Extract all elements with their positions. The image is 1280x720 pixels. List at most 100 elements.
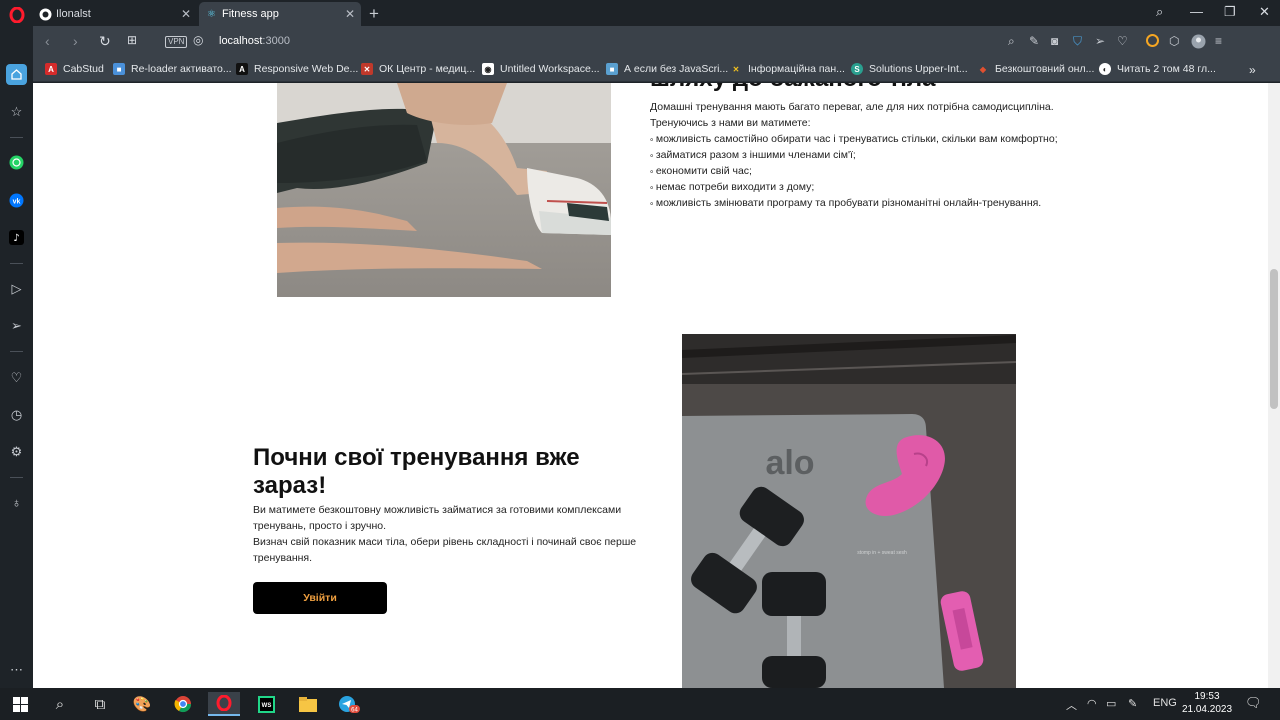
bookmark-favicon: A (236, 63, 248, 75)
whatsapp-icon[interactable] (6, 152, 27, 173)
close-icon[interactable]: ✕ (345, 7, 355, 21)
search-tabs-icon[interactable]: ⌕ (1156, 4, 1163, 20)
bookmark-label: А если без JavaScri... (624, 63, 729, 75)
bookmark-label: CabStud (63, 63, 104, 75)
close-icon[interactable]: ✕ (181, 7, 191, 21)
lightbulb-icon[interactable]: ♁ (6, 492, 27, 513)
page-viewport: шляху до бажаного тіла Домашні тренуванн… (33, 83, 1280, 688)
minimize-icon[interactable]: — (1190, 4, 1203, 19)
section2-text: Ви матимете безкоштовну можливість займа… (253, 502, 653, 566)
bookmark-label: Читать 2 том 48 гл... (1117, 63, 1216, 75)
close-window-icon[interactable]: ✕ (1259, 4, 1270, 20)
edit-icon[interactable]: ✎ (1029, 34, 1039, 48)
reload-icon[interactable]: ↻ (99, 33, 111, 50)
section2-paragraph-1: Ви матимете безкоштовну можливість займа… (253, 504, 622, 532)
search-icon[interactable]: ⌕ (1008, 34, 1015, 49)
heart-icon[interactable]: ♡ (1117, 34, 1128, 48)
bookmark-item[interactable]: S Solutions Upper-Int... (851, 63, 968, 75)
history-icon[interactable]: ◷ (6, 404, 27, 425)
bookmark-label: Solutions Upper-Int... (869, 63, 968, 75)
color-picker-icon[interactable] (1146, 34, 1159, 50)
restore-icon[interactable]: ❐ (1224, 4, 1236, 20)
tab-github[interactable]: Ilonalst ✕ (33, 2, 197, 26)
tabs-grid-icon[interactable]: ⊞ (127, 33, 137, 47)
opera-sidebar: ☆ vk ♪ ▷ ➢ ♡ ◷ ⚙ ♁ ⋯ (0, 0, 33, 688)
section1-lead: Тренуючись з нами ви матимете: (650, 117, 811, 129)
task-view-icon[interactable]: ⧉ (84, 692, 116, 716)
bookmark-favicon: A (45, 63, 57, 75)
bookmark-label: Інформаційна пан... (748, 63, 845, 75)
forward-icon[interactable]: › (73, 33, 78, 49)
tab-fitness-app[interactable]: ⚛ Fitness app ✕ (199, 2, 361, 26)
network-icon[interactable]: ◠ (1087, 697, 1097, 710)
bookmark-favicon: ✕ (730, 63, 742, 75)
more-bookmarks-icon[interactable]: » (1249, 63, 1256, 77)
tray-chevron-icon[interactable]: ︿ (1066, 697, 1077, 713)
more-icon[interactable]: ⋯ (6, 659, 27, 680)
heart-icon[interactable]: ♡ (6, 367, 27, 388)
screen: ☆ vk ♪ ▷ ➢ ♡ ◷ ⚙ ♁ ⋯ Ilonalst ✕ ⚛ Fitnes… (0, 0, 1280, 720)
settings-icon[interactable]: ⚙ (6, 441, 27, 462)
cube-icon[interactable]: ⬡ (1169, 34, 1179, 48)
bookmark-item[interactable]: ◆ Безкоштовний онл... (977, 63, 1094, 75)
section2-paragraph-2: Визнач свій показник маси тіла, обери рі… (253, 536, 637, 564)
benefit-item: економити свій час; (650, 163, 1070, 179)
section1-intro: Домашні тренування мають багато переваг,… (650, 101, 1054, 113)
page-scrollbar[interactable] (1268, 83, 1280, 688)
benefit-item: можливість змінювати програму та пробува… (650, 195, 1070, 211)
bookmark-label: Responsive Web De... (254, 63, 359, 75)
file-explorer-icon[interactable] (292, 692, 324, 716)
notifications-icon[interactable]: 🗨 (1245, 695, 1262, 711)
bookmark-item[interactable]: ◐ Читать 2 том 48 гл... (1099, 63, 1216, 75)
webstorm-icon[interactable]: WS (250, 692, 282, 716)
player-icon[interactable]: ▷ (6, 278, 27, 299)
bookmark-label: Безкоштовний онл... (995, 63, 1095, 75)
telegram-icon[interactable]: 64 (333, 692, 365, 716)
bookmark-item[interactable]: ✕ ОК Центр - медиц... (361, 63, 475, 75)
battery-icon[interactable]: ▭ (1106, 697, 1116, 710)
scrollbar-thumb[interactable] (1270, 269, 1278, 409)
tab-title: Fitness app (222, 8, 279, 20)
login-button[interactable]: Увійти (253, 582, 387, 614)
language-indicator[interactable]: ENG (1153, 697, 1177, 709)
shield-icon[interactable]: ⛉ (1073, 34, 1082, 49)
star-icon[interactable]: ☆ (6, 101, 27, 122)
vpn-badge[interactable]: VPN (165, 36, 188, 48)
bookmark-favicon: ◉ (482, 63, 494, 75)
menu-icon[interactable]: ≡ (1215, 34, 1222, 48)
vk-icon[interactable]: vk (6, 190, 27, 211)
svg-text:vk: vk (13, 199, 21, 206)
bookmark-item[interactable]: A Responsive Web De... (236, 63, 358, 75)
telegram-badge: 64 (351, 708, 358, 714)
bookmark-item[interactable]: ■ А если без JavaScri... (606, 63, 728, 75)
svg-text:♪: ♪ (13, 233, 19, 244)
search-icon[interactable]: ⌕ (44, 692, 76, 716)
paint-app-icon[interactable]: 🎨 (126, 692, 158, 716)
send-icon[interactable]: ➢ (1095, 34, 1105, 48)
windows-start-icon[interactable] (4, 692, 36, 716)
new-tab-icon[interactable]: + (369, 4, 379, 24)
tab-title: Ilonalst (56, 8, 91, 20)
avatar[interactable] (1191, 34, 1206, 52)
chrome-icon[interactable] (167, 692, 199, 716)
bookmark-item[interactable]: ■ Re-loader активато... (113, 63, 232, 75)
bookmark-item[interactable]: A CabStud (45, 63, 104, 75)
clock[interactable]: 19:53 21.04.2023 (1180, 690, 1234, 716)
opera-logo-icon[interactable] (6, 4, 27, 25)
bookmark-item[interactable]: ◉ Untitled Workspace... (482, 63, 600, 75)
github-icon (39, 8, 52, 21)
pen-icon[interactable]: ✎ (1128, 697, 1137, 710)
opera-taskbar-icon[interactable] (208, 692, 240, 716)
camera-icon[interactable]: ◙ (1051, 34, 1058, 48)
send-icon[interactable]: ➢ (6, 315, 27, 336)
tiktok-icon[interactable]: ♪ (6, 227, 27, 248)
back-icon[interactable]: ‹ (45, 33, 50, 49)
windows-taskbar: ⌕ ⧉ 🎨 WS 64 ︿ ◠ ▭ ✎ ENG 19:53 21.04.2023… (0, 688, 1280, 720)
address-bar: ‹ › ↻ ⊞ VPN ◎ localhost:3000 ⌕ ✎ ◙ ⛉ ➢ ♡… (33, 26, 1280, 58)
bookmark-item[interactable]: ✕ Інформаційна пан... (730, 63, 845, 75)
bookmark-label: ОК Центр - медиц... (379, 63, 476, 75)
workout-photo (277, 83, 611, 297)
home-icon[interactable] (6, 64, 27, 85)
equipment-photo: alo stomp in + sweat sesh (682, 334, 1016, 688)
url-field[interactable]: localhost:3000 (219, 35, 290, 47)
